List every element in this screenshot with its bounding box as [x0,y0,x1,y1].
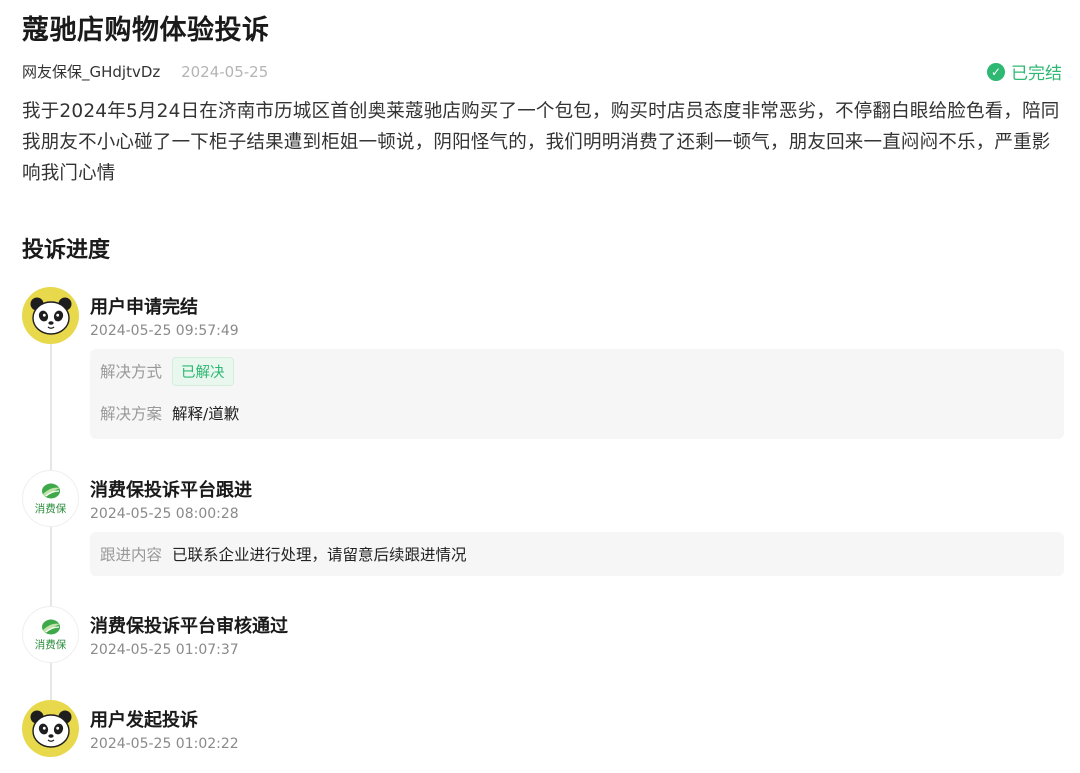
detail-label: 解决方式 [100,363,163,381]
timeline-item-time: 2024-05-25 08:00:28 [90,506,239,522]
detail-label: 跟进内容 [100,546,163,564]
page-title: 蔻驰店购物体验投诉 [22,15,270,46]
resolved-tag: 已解决 [172,356,234,386]
detail-card: 解决方式 已解决 解决方案 解释/道歉 [90,349,1064,439]
complaint-meta: 网友保保_GHdjtvDz 2024-05-25 [22,61,268,82]
check-circle-icon: ✓ [987,62,1005,81]
progress-section-title: 投诉进度 [22,238,111,263]
status-label: 已完结 [1011,64,1062,84]
detail-row: 解决方案 解释/道歉 [100,393,1054,433]
timeline-item-title: 消费保投诉平台跟进 [90,480,252,501]
xiaofeibao-logo-icon: 消费保 [22,606,79,663]
timeline-item-time: 2024-05-25 09:57:49 [90,323,239,339]
detail-value: 已联系企业进行处理，请留意后续跟进情况 [172,546,467,564]
detail-label: 解决方案 [100,405,163,423]
timeline-item-title: 用户申请完结 [90,297,198,318]
timeline-item-time: 2024-05-25 01:02:22 [90,736,239,752]
logo-text: 消费保 [34,638,67,651]
timeline-item-title: 用户发起投诉 [90,710,198,731]
logo-text: 消费保 [34,502,67,515]
panda-avatar-icon [22,287,79,344]
author-name[interactable]: 网友保保_GHdjtvDz [22,63,160,81]
complaint-description: 我于2024年5月24日在济南市历城区首创奥莱蔻驰店购买了一个包包，购买时店员态… [22,101,1060,184]
detail-row: 解决方式 已解决 [100,349,1054,393]
detail-row: 跟进内容 已联系企业进行处理，请留意后续跟进情况 [100,532,1054,576]
post-date: 2024-05-25 [181,63,269,81]
status-badge: ✓ 已完结 [987,59,1062,84]
detail-value: 解释/道歉 [172,405,240,423]
timeline-item-title: 消费保投诉平台审核通过 [90,616,288,637]
timeline-item-time: 2024-05-25 01:07:37 [90,642,239,658]
detail-card: 跟进内容 已联系企业进行处理，请留意后续跟进情况 [90,532,1064,576]
xiaofeibao-logo-icon: 消费保 [22,470,79,527]
panda-avatar-icon [22,700,79,757]
